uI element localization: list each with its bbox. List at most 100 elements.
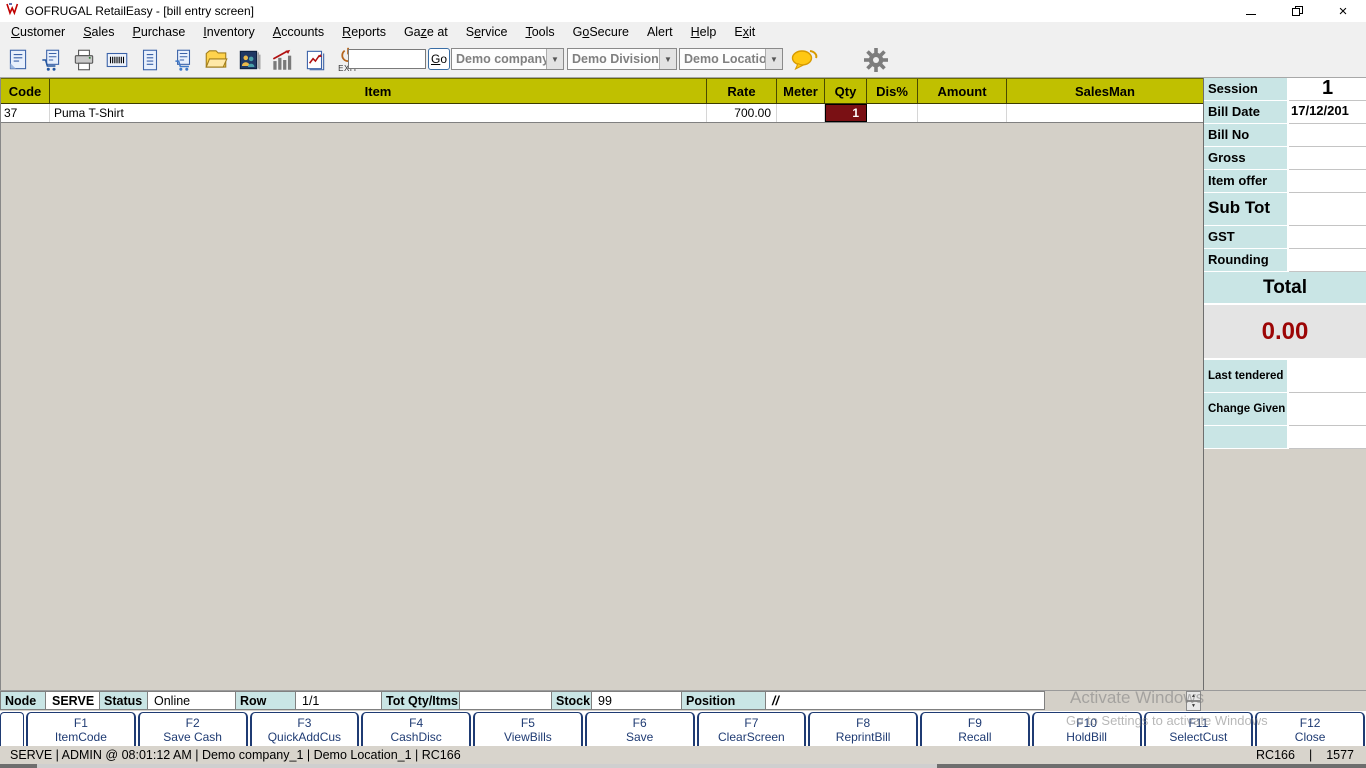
quick-search-input[interactable]	[348, 49, 426, 69]
activate-windows-watermark-sub: Go to Settings to activate Windows	[1066, 713, 1268, 728]
rounding-value	[1289, 249, 1366, 272]
chevron-down-icon[interactable]: ▼	[546, 49, 563, 69]
f3-quick-add-cus-button[interactable]: F3 QuickAddCus	[249, 712, 360, 746]
menu-reports[interactable]: Reports	[333, 23, 395, 41]
location-combobox-value: Demo Location	[684, 52, 765, 66]
counter-value: 1577	[1326, 748, 1354, 762]
cell-amount[interactable]	[918, 104, 1007, 122]
f5-view-bills-button[interactable]: F5 ViewBills	[473, 712, 583, 746]
division-combobox[interactable]: Demo Division ▼	[567, 48, 677, 70]
purchase-cart-icon[interactable]	[169, 45, 197, 75]
empty-value	[1289, 426, 1366, 449]
menu-bar: Customer Sales Purchase Inventory Accoun…	[0, 22, 1366, 42]
change-given-value	[1289, 393, 1366, 426]
division-combobox-value: Demo Division	[572, 52, 659, 66]
session-value: 1	[1289, 78, 1366, 101]
summary-row-bill-no: Bill No	[1204, 124, 1366, 147]
menu-service[interactable]: Service	[457, 23, 517, 41]
minimize-button[interactable]	[1228, 0, 1274, 22]
window-title: GOFRUGAL RetailEasy - [bill entry screen…	[25, 4, 254, 18]
gross-value	[1289, 147, 1366, 170]
summary-row-sub-tot: Sub Tot	[1204, 193, 1366, 226]
column-header-item: Item	[50, 79, 707, 103]
toolbar: EXIT Go Demo company_ ▼ Demo Division ▼ …	[0, 42, 1366, 78]
activate-windows-watermark: Activate Windows	[1070, 688, 1205, 707]
menu-customer[interactable]: Customer	[2, 23, 74, 41]
print-icon[interactable]	[70, 45, 98, 75]
f9-recall-button[interactable]: F9 Recall	[920, 712, 1030, 746]
column-header-meter: Meter	[777, 79, 825, 103]
cell-item[interactable]: Puma T-Shirt	[50, 104, 707, 122]
menu-help[interactable]: Help	[682, 23, 726, 41]
customers-icon[interactable]	[235, 45, 263, 75]
f7-clear-screen-button[interactable]: F7 ClearScreen	[696, 712, 807, 746]
menu-gosecure[interactable]: GoSecure	[564, 23, 638, 41]
cell-meter[interactable]	[777, 104, 825, 122]
gross-label: Gross	[1204, 147, 1289, 170]
new-bill-icon[interactable]	[4, 45, 32, 75]
menu-exit[interactable]: Exit	[725, 23, 764, 41]
chat-bubble-icon[interactable]	[790, 48, 820, 77]
status-label: Status	[100, 691, 148, 710]
bill-list-icon[interactable]	[136, 45, 164, 75]
table-row[interactable]: 37 Puma T-Shirt 700.00 1	[1, 104, 1203, 123]
position-label: Position	[682, 691, 766, 710]
status-value: Online	[148, 691, 236, 710]
title-bar: GOFRUGAL RetailEasy - [bill entry screen…	[0, 0, 1366, 22]
bottom-status-bar: SERVE | ADMIN @ 08:01:12 AM | Demo compa…	[0, 746, 1366, 764]
horizontal-scrollbar-thumb[interactable]	[37, 764, 937, 768]
bill-summary-panel: Session 1 Bill Date 17/12/201 Bill No Gr…	[1203, 78, 1366, 768]
sales-chart-icon[interactable]	[268, 45, 296, 75]
menu-sales[interactable]: Sales	[74, 23, 123, 41]
cell-code[interactable]: 37	[1, 104, 50, 122]
menu-alert[interactable]: Alert	[638, 23, 682, 41]
f4-cash-disc-button[interactable]: F4 CashDisc	[361, 712, 471, 746]
menu-accounts[interactable]: Accounts	[264, 23, 333, 41]
item-offer-label: Item offer	[1204, 170, 1289, 193]
close-button[interactable]: ×	[1320, 0, 1366, 22]
rounding-label: Rounding	[1204, 249, 1289, 272]
sales-cart-icon[interactable]	[37, 45, 65, 75]
open-folder-icon[interactable]	[202, 45, 230, 75]
menu-tools[interactable]: Tools	[516, 23, 563, 41]
company-combobox[interactable]: Demo company_ ▼	[451, 48, 564, 70]
f1-itemcode-button[interactable]: F1 ItemCode	[26, 712, 136, 746]
summary-row-bill-date: Bill Date 17/12/201	[1204, 101, 1366, 124]
summary-row-change-given: Change Given	[1204, 393, 1366, 426]
restore-button[interactable]	[1274, 0, 1320, 22]
row-value: 1/1	[296, 691, 382, 710]
column-header-code: Code	[1, 79, 50, 103]
summary-row-item-offer: Item offer	[1204, 170, 1366, 193]
bill-no-label: Bill No	[1204, 124, 1289, 147]
node-value: SERVE	[46, 691, 100, 710]
f12-close-button[interactable]: F12 Close	[1255, 712, 1365, 746]
cell-qty-active[interactable]: 1	[825, 104, 867, 122]
bill-no-value	[1289, 124, 1366, 147]
cell-rate[interactable]: 700.00	[707, 104, 777, 122]
chevron-down-icon[interactable]: ▼	[659, 49, 676, 69]
menu-inventory[interactable]: Inventory	[194, 23, 263, 41]
empty-label	[1204, 426, 1289, 449]
sub-tot-value	[1289, 193, 1366, 226]
menu-purchase[interactable]: Purchase	[123, 23, 194, 41]
go-button[interactable]: Go	[428, 48, 450, 70]
settings-gear-icon[interactable]	[862, 46, 890, 79]
location-combobox[interactable]: Demo Location ▼	[679, 48, 783, 70]
window-controls: ×	[1228, 0, 1366, 22]
session-label: Session	[1204, 78, 1289, 101]
f2-save-cash-button[interactable]: F2 Save Cash	[137, 712, 248, 746]
barcode-icon[interactable]	[103, 45, 131, 75]
f6-save-button[interactable]: F6 Save	[584, 712, 695, 746]
cell-salesman[interactable]	[1007, 104, 1203, 122]
bill-grid: Code Item Rate Meter Qty Dis% Amount Sal…	[0, 78, 1203, 690]
f8-reprint-bill-button[interactable]: F8 ReprintBill	[808, 712, 918, 746]
chevron-down-icon[interactable]: ▼	[765, 49, 782, 69]
stock-label: Stock	[552, 691, 592, 710]
menu-gaze-at[interactable]: Gaze at	[395, 23, 457, 41]
column-header-rate: Rate	[707, 79, 777, 103]
total-value: 0.00	[1204, 305, 1366, 360]
stock-value: 99	[592, 691, 682, 710]
cell-dis[interactable]	[867, 104, 918, 122]
report-page-icon[interactable]	[301, 45, 329, 75]
session-info-text: SERVE | ADMIN @ 08:01:12 AM | Demo compa…	[10, 748, 461, 762]
